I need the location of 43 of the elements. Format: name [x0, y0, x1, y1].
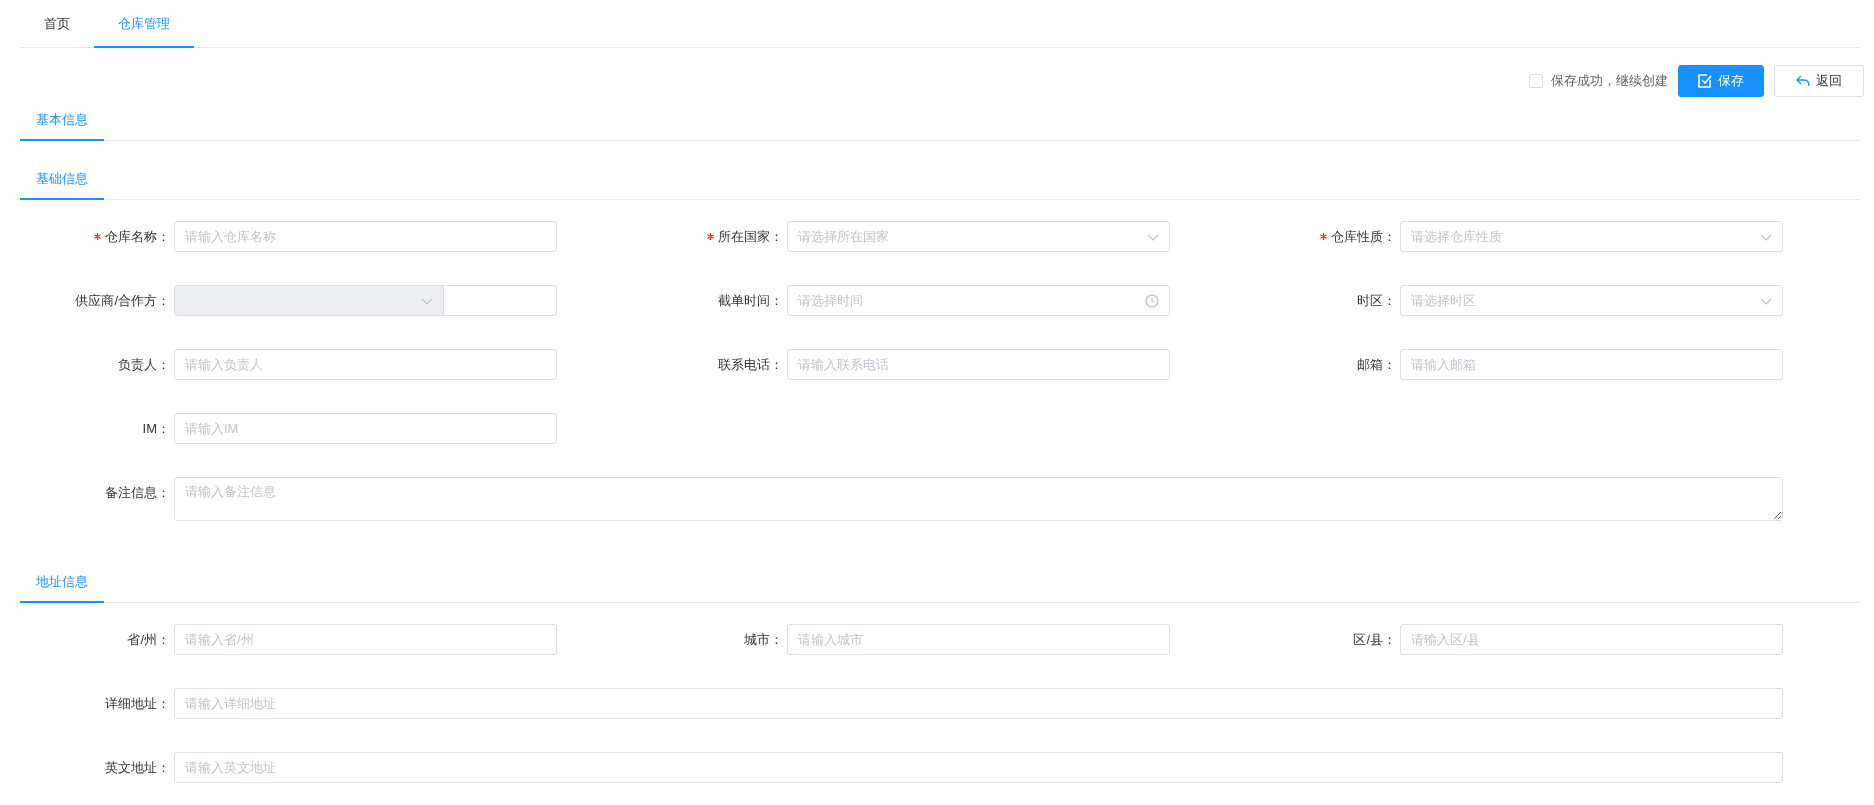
text-input[interactable]: 请输入邮箱	[1400, 349, 1783, 380]
text-input[interactable]: 请输入省/州	[174, 624, 557, 655]
select-field[interactable]: 请选择仓库性质	[1400, 221, 1783, 252]
field-label: IM：	[142, 419, 170, 438]
field-label: 英文地址：	[105, 758, 170, 777]
reply-arrow-icon	[1796, 75, 1810, 87]
text-input[interactable]: 请输入联系电话	[787, 349, 1170, 380]
section-tab[interactable]: 基本信息	[20, 100, 104, 141]
field-label: 邮箱：	[1357, 355, 1396, 374]
textarea-field[interactable]: 请输入备注信息	[174, 477, 1783, 521]
field-label: 城市：	[744, 630, 783, 649]
field-label: 详细地址：	[105, 694, 170, 713]
field-label: 截单时间：	[718, 291, 783, 310]
field-label: 时区：	[1357, 291, 1396, 310]
text-input[interactable]: 请输入详细地址	[174, 688, 1783, 719]
text-input[interactable]: 请输入仓库名称	[174, 221, 557, 252]
field-label: 供应商/合作方：	[75, 291, 170, 310]
field-label: 仓库性质：	[1331, 227, 1396, 246]
field-label: 备注信息：	[105, 483, 170, 502]
checkbox-checked-icon	[1698, 74, 1712, 88]
field-label: 联系电话：	[718, 355, 783, 374]
field-label: 区/县：	[1353, 630, 1396, 649]
text-input[interactable]: 请输入城市	[787, 624, 1170, 655]
text-input[interactable]: 请输入IM	[174, 413, 557, 444]
save-button[interactable]: 保存	[1678, 65, 1764, 97]
text-input[interactable]: 请输入英文地址	[174, 752, 1783, 783]
text-input[interactable]: 请输入区/县	[1400, 624, 1783, 655]
field-label: 负责人：	[118, 355, 170, 374]
clock-icon	[1145, 293, 1159, 308]
field-label: 所在国家：	[718, 227, 783, 246]
back-button[interactable]: 返回	[1774, 65, 1864, 97]
section-heading: 基础信息	[20, 159, 104, 200]
page-tab[interactable]: 首页	[20, 0, 94, 48]
checkbox-label: 保存成功，继续创建	[1551, 72, 1668, 90]
select-field[interactable]: 请选择所在国家	[787, 221, 1170, 252]
field-label: 省/州：	[127, 630, 170, 649]
page-tab[interactable]: 仓库管理	[94, 0, 194, 48]
time-picker-field[interactable]: 请选择时间	[787, 285, 1170, 316]
text-input[interactable]: 请输入负责人	[174, 349, 557, 380]
checkbox[interactable]	[1529, 74, 1543, 88]
field-label: 仓库名称：	[105, 227, 170, 246]
section-heading: 地址信息	[20, 562, 104, 603]
select-field[interactable]: 请选择时区	[1400, 285, 1783, 316]
